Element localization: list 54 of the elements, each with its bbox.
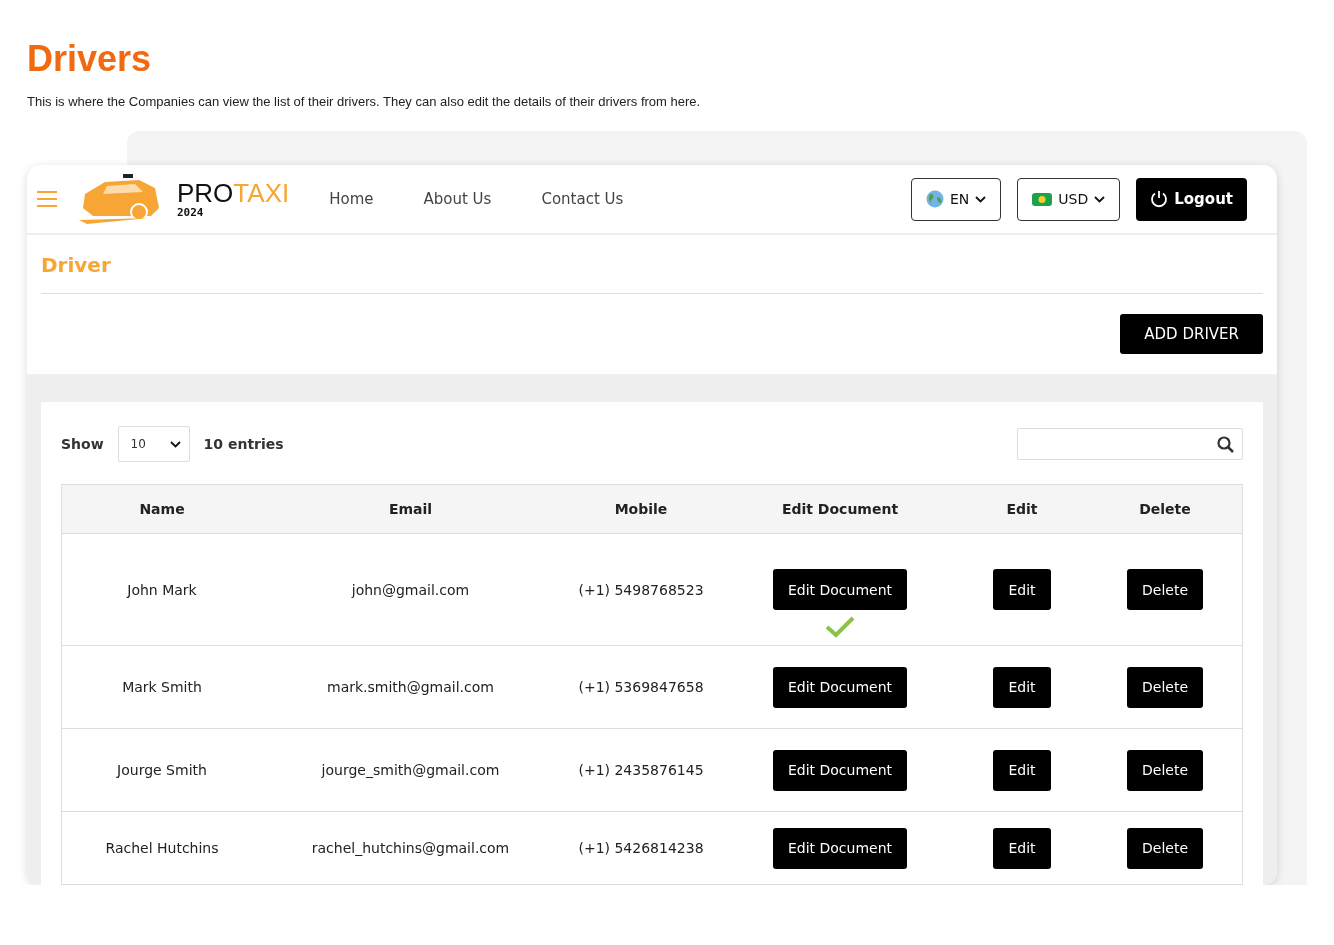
column-header: Name (138, 501, 186, 517)
name-cell-text: John Mark (125, 581, 198, 598)
entries-label: 10 entries (203, 436, 284, 452)
show-label: Show (61, 436, 104, 452)
globe-icon (926, 190, 944, 208)
column-header: Edit Document (780, 501, 900, 517)
column-header: Edit (1005, 501, 1039, 517)
brand-name: PROTAXI (177, 179, 290, 206)
edit-button[interactable]: Edit (993, 666, 1051, 708)
email-cell-text: rachel_hutchins@gmail.com (310, 840, 511, 856)
nav-link[interactable]: About Us (423, 190, 492, 208)
section-title: Driver (41, 235, 1263, 294)
page-size-select[interactable]: 10 (117, 426, 190, 462)
page-title: Drivers (27, 38, 153, 80)
edit-button[interactable]: Edit (993, 749, 1051, 791)
nav-link[interactable]: Contact Us (541, 190, 624, 208)
page-description: This is where the Companies can view the list of their drivers. They can also edit the details of their drivers from here. (27, 94, 702, 109)
column-header: Mobile (613, 501, 669, 517)
delete-button[interactable]: Delete (1127, 827, 1203, 869)
currency-dropdown[interactable]: USD (1017, 177, 1121, 221)
column-header: Delete (1138, 501, 1192, 517)
mobile-cell-text: (+1) 5369847658 (577, 679, 705, 695)
search-icon (1217, 435, 1234, 453)
name-cell-text: Mark Smith (121, 679, 203, 695)
search-field[interactable] (1017, 428, 1243, 460)
nav-link[interactable]: Home (329, 190, 374, 208)
email-cell-text: john@gmail.com (350, 581, 471, 598)
mobile-cell-text: (+1) 2435876145 (577, 762, 705, 778)
power-icon (1150, 190, 1169, 208)
email-cell-text: mark.smith@gmail.com (326, 679, 495, 695)
chevron-down-icon (169, 440, 181, 448)
email-cell-text: jourge_smith@gmail.com (320, 762, 501, 778)
add-driver-button[interactable]: ADD DRIVER (1120, 314, 1263, 354)
mobile-cell-text: (+1) 5498768523 (577, 581, 705, 598)
banknote-icon (1032, 192, 1053, 206)
edit-document-button[interactable]: Edit Document (772, 827, 908, 869)
mobile-cell-text: (+1) 5426814238 (577, 840, 705, 856)
delete-button[interactable]: Delete (1127, 569, 1203, 610)
logout-button[interactable]: Logout (1136, 177, 1247, 221)
edit-button[interactable]: Edit (993, 569, 1051, 610)
edit-document-button[interactable]: Edit Document (772, 666, 908, 708)
delete-button[interactable]: Delete (1127, 666, 1203, 708)
column-header: Email (387, 501, 434, 517)
edit-document-button[interactable]: Edit Document (772, 749, 908, 791)
brand-year: 2024 (177, 205, 204, 219)
name-cell-text: Jourge Smith (115, 762, 208, 778)
delete-button[interactable]: Delete (1127, 749, 1203, 791)
name-cell-text: Rachel Hutchins (104, 840, 220, 856)
menu-icon[interactable] (37, 191, 57, 207)
edit-button[interactable]: Edit (993, 827, 1051, 869)
edit-document-button[interactable]: Edit Document (772, 569, 908, 610)
language-dropdown[interactable]: EN (911, 177, 1002, 221)
chevron-down-icon (975, 195, 987, 203)
chevron-down-icon (1094, 195, 1106, 203)
